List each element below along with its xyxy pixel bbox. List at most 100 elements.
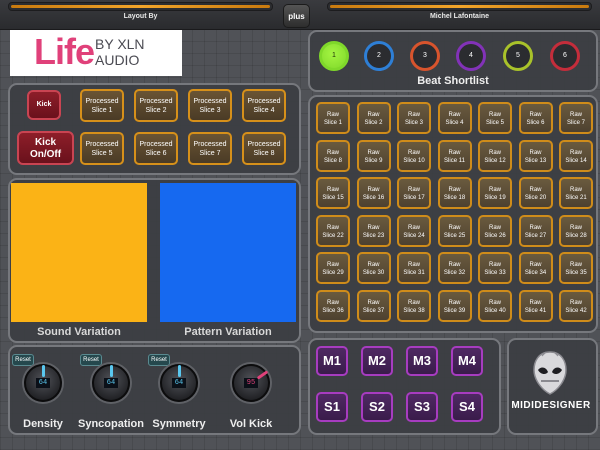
layout-by-label: Layout By [123,13,158,20]
raw-slice-26-button[interactable]: Raw Slice 26 [478,214,512,247]
raw-slice-9-button[interactable]: Raw Slice 9 [356,139,391,172]
raw-slice-line-2: Slice 13 [524,157,547,164]
mute-1-button[interactable]: M1 [316,346,348,376]
raw-slice-31-button[interactable]: Raw Slice 31 [397,252,431,284]
raw-slice-18-button[interactable]: Raw Slice 18 [437,177,472,209]
beat-6-button[interactable]: 6 [550,41,580,71]
vol-kick-knob[interactable]: 95 [232,364,270,402]
raw-slice-36-button[interactable]: Raw Slice 36 [316,289,350,322]
raw-slice-15-button[interactable]: Raw Slice 15 [316,177,350,209]
processed-slice-4-button[interactable]: Processed Slice 4 [242,89,286,122]
kick-button[interactable]: Kick [27,90,61,120]
syncopation-reset-button[interactable]: Reset [80,354,102,366]
solo-4-button[interactable]: S4 [451,392,483,422]
raw-slice-line-2: Slice 37 [362,307,385,314]
raw-slice-4-button[interactable]: Raw Slice 4 [437,102,472,134]
raw-slice-line-2: Slice 15 [322,195,344,201]
layout-slider[interactable] [8,2,273,11]
raw-slice-25-button[interactable]: Raw Slice 25 [437,214,472,247]
density-knob-value: 64 [36,378,50,388]
raw-slice-42-button[interactable]: Raw Slice 42 [559,289,593,322]
mute-3-button[interactable]: M3 [406,346,438,376]
raw-slice-34-button[interactable]: Raw Slice 34 [518,252,553,284]
raw-slice-27-button[interactable]: Raw Slice 27 [518,214,553,247]
raw-slice-21-button[interactable]: Raw Slice 21 [559,177,593,209]
raw-slice-24-button[interactable]: Raw Slice 24 [397,214,431,247]
beat-4-button[interactable]: 4 [456,41,486,71]
raw-slice-7-button[interactable]: Raw Slice 7 [559,102,593,134]
raw-slice-2-button[interactable]: Raw Slice 2 [356,102,391,134]
raw-slice-19-button[interactable]: Raw Slice 19 [478,177,512,209]
raw-slice-line-1: Raw [569,262,582,268]
raw-slice-17-button[interactable]: Raw Slice 17 [397,177,431,209]
raw-slice-line-1: Raw [448,299,461,306]
raw-slice-22-button[interactable]: Raw Slice 22 [316,214,350,247]
raw-slice-1-button[interactable]: Raw Slice 1 [316,102,350,134]
raw-slice-line-1: Raw [407,262,420,268]
sound-variation-pad[interactable] [11,183,147,322]
mute-2-button[interactable]: M2 [361,346,393,376]
raw-slice-line-2: Slice 7 [566,120,585,126]
density-knob[interactable]: 64 [24,364,62,402]
beat-3-button[interactable]: 3 [410,41,440,71]
raw-slice-line-1: Raw [488,262,501,268]
syncopation-knob-value: 64 [104,378,118,388]
processed-slice-2-button[interactable]: Processed Slice 2 [134,89,178,122]
processed-slice-1-button[interactable]: Processed Slice 1 [80,89,124,122]
raw-slice-line-1: Raw [326,299,339,306]
symmetry-knob[interactable]: 64 [160,364,198,402]
raw-slice-11-button[interactable]: Raw Slice 11 [437,139,472,172]
beat-5-button[interactable]: 5 [503,41,533,71]
kick-toggle-line-2: On/Off [29,149,62,160]
raw-slice-line-2: Slice 5 [485,120,504,126]
raw-slice-16-button[interactable]: Raw Slice 16 [356,177,391,209]
author-slider[interactable] [327,2,592,11]
raw-slice-line-2: Slice 2 [364,120,383,126]
raw-slice-3-button[interactable]: Raw Slice 3 [397,102,431,134]
raw-slice-38-button[interactable]: Raw Slice 38 [397,289,431,322]
raw-slice-28-button[interactable]: Raw Slice 28 [559,214,593,247]
raw-slice-33-button[interactable]: Raw Slice 33 [478,252,512,284]
raw-slice-13-button[interactable]: Raw Slice 13 [518,139,553,172]
raw-slice-35-button[interactable]: Raw Slice 35 [559,252,593,284]
raw-slice-20-button[interactable]: Raw Slice 20 [518,177,553,209]
processed-slice-7-button[interactable]: Processed Slice 7 [188,132,232,165]
solo-2-button[interactable]: S2 [361,392,393,422]
symmetry-reset-button[interactable]: Reset [148,354,170,366]
processed-slice-8-button[interactable]: Processed Slice 8 [242,132,286,165]
raw-slice-6-button[interactable]: Raw Slice 6 [518,102,553,134]
processed-slice-line-1: Processed [193,141,227,148]
raw-slice-line-2: Slice 42 [565,307,587,314]
raw-slice-8-button[interactable]: Raw Slice 8 [316,139,350,172]
raw-slice-23-button[interactable]: Raw Slice 23 [356,214,391,247]
beat-1-button[interactable]: 1 [319,41,349,71]
raw-slice-14-button[interactable]: Raw Slice 14 [559,139,593,172]
raw-slice-10-button[interactable]: Raw Slice 10 [397,139,431,172]
kick-toggle-button[interactable]: Kick On/Off [17,131,74,165]
processed-slice-3-button[interactable]: Processed Slice 3 [188,89,232,122]
processed-slice-5-button[interactable]: Processed Slice 5 [80,132,124,165]
solo-1-button[interactable]: S1 [316,392,348,422]
syncopation-knob[interactable]: 64 [92,364,130,402]
beat-shortlist-title: Beat Shortlist [417,75,489,87]
raw-slice-32-button[interactable]: Raw Slice 32 [437,252,472,284]
raw-slice-37-button[interactable]: Raw Slice 37 [356,289,391,322]
processed-slice-line-1: Processed [247,98,281,105]
raw-slice-30-button[interactable]: Raw Slice 30 [356,252,391,284]
raw-slice-5-button[interactable]: Raw Slice 5 [478,102,512,134]
pattern-variation-pad[interactable] [160,183,296,322]
raw-slice-29-button[interactable]: Raw Slice 29 [316,252,350,284]
processed-slice-line-2: Slice 1 [91,107,113,114]
beat-2-button[interactable]: 2 [364,41,394,71]
processed-slice-6-button[interactable]: Processed Slice 6 [134,132,178,165]
mute-4-button[interactable]: M4 [451,346,483,376]
symmetry-knob-indicator [178,365,181,377]
solo-3-button[interactable]: S3 [406,392,438,422]
raw-slice-line-2: Slice 4 [445,120,464,126]
raw-slice-41-button[interactable]: Raw Slice 41 [518,289,553,322]
raw-slice-12-button[interactable]: Raw Slice 12 [478,139,512,172]
density-reset-button[interactable]: Reset [12,354,34,366]
raw-slice-39-button[interactable]: Raw Slice 39 [437,289,472,322]
plus-button[interactable]: plus [283,4,310,28]
raw-slice-40-button[interactable]: Raw Slice 40 [478,289,512,322]
